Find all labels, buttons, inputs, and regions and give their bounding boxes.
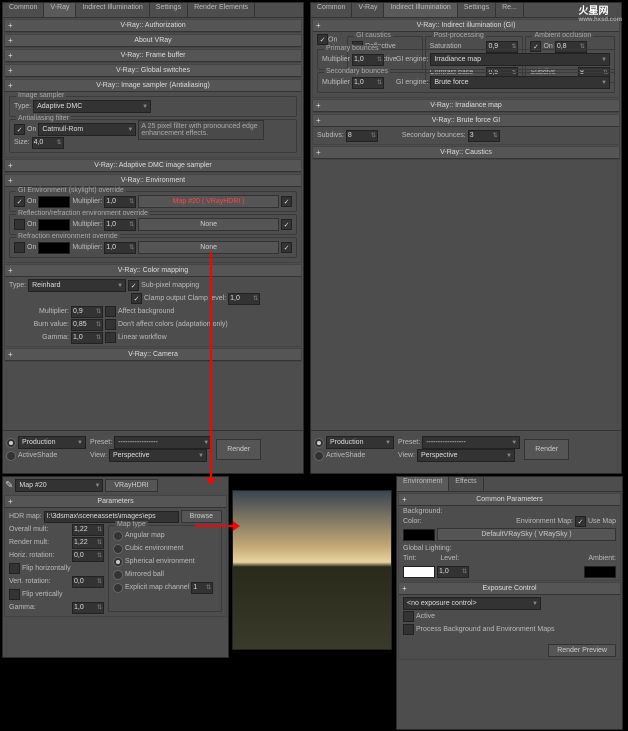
use-map[interactable] (575, 516, 586, 527)
render-button-2[interactable]: Render (524, 439, 569, 460)
prim-engine[interactable]: Irradiance map (430, 53, 610, 66)
tab-settings[interactable]: Settings (150, 3, 188, 17)
sampler-type[interactable]: Adaptive DMC (33, 100, 151, 113)
render-preview-button[interactable]: Render Preview (548, 644, 616, 657)
gi-env-color[interactable] (38, 196, 70, 208)
tint-color[interactable] (403, 566, 435, 578)
rollout-env[interactable]: V-Ray:: Environment (5, 175, 301, 187)
map-type[interactable]: VRayHDRI (105, 479, 157, 492)
dont-affect[interactable] (105, 319, 116, 330)
rollout-brute[interactable]: V-Ray:: Brute force GI (313, 115, 619, 127)
subpixel[interactable] (128, 280, 139, 291)
cm-mult[interactable]: 0,9 (71, 306, 103, 318)
tab-indirect[interactable]: Indirect Illumination (76, 3, 149, 17)
rollout-caustics[interactable]: V-Ray:: Caustics (313, 147, 619, 159)
gi-env-mult[interactable]: 1,0 (104, 196, 136, 208)
render-button[interactable]: Render (216, 439, 261, 460)
refr-env-on[interactable] (14, 242, 25, 253)
gi-on[interactable] (317, 34, 328, 45)
browse-button[interactable]: Browse (181, 510, 222, 523)
rollout-irr[interactable]: V-Ray:: Irradiance map (313, 100, 619, 112)
env-map-slot[interactable]: DefaultVRaySky ( VRaySky ) (437, 528, 616, 541)
left-tabs: Common V-Ray Indirect Illumination Setti… (3, 3, 303, 18)
gi-env-map-on[interactable] (281, 196, 292, 207)
radio-production[interactable] (6, 438, 16, 448)
tab-vray[interactable]: V-Ray (44, 3, 76, 17)
sec-engine[interactable]: Brute force (430, 76, 610, 89)
rollout-about[interactable]: About VRay (5, 35, 301, 47)
clamp[interactable] (131, 293, 142, 304)
ambient-color[interactable] (584, 566, 616, 578)
refl-env-on[interactable] (14, 219, 25, 230)
render-preview (232, 490, 392, 650)
aa-size[interactable]: 4,0 (32, 137, 64, 149)
rollout-color[interactable]: V-Ray:: Color mapping (5, 265, 301, 277)
tab-effects[interactable]: Effects (449, 477, 483, 491)
filter-tooltip: A 25 pixel filter with pronounced edge e… (138, 120, 264, 140)
bg-color[interactable] (403, 529, 435, 541)
tab-environment[interactable]: Environment (397, 477, 449, 491)
right-tabs: Common V-Ray Indirect Illumination Setti… (311, 3, 621, 18)
spherical-radio[interactable] (113, 557, 123, 567)
rollout-camera[interactable]: V-Ray:: Camera (5, 349, 301, 361)
rollout-gi[interactable]: V-Ray:: Indirect illumination (GI) (313, 20, 619, 32)
colormap-type[interactable]: Reinhard (28, 279, 126, 292)
exposure-select[interactable]: <no exposure control> (403, 597, 541, 610)
tab-common[interactable]: Common (3, 3, 44, 17)
gi-env-map[interactable]: Map #20 ( VRayHDRI ) (138, 195, 279, 208)
affect-bg[interactable] (105, 306, 116, 317)
view-select[interactable]: Perspective (109, 449, 207, 462)
aa-filter[interactable]: Catmull-Rom (38, 123, 136, 136)
rollout-global[interactable]: V-Ray:: Global switches (5, 65, 301, 77)
aa-on[interactable] (14, 124, 25, 135)
hdr-path[interactable] (44, 511, 179, 523)
refl-env-map[interactable]: None (138, 218, 279, 231)
refr-env-map[interactable]: None (138, 241, 279, 254)
rollout-dmc[interactable]: V-Ray:: Adaptive DMC image sampler (5, 160, 301, 172)
linear-wf[interactable] (105, 332, 116, 343)
map-slot[interactable]: Map #20 (15, 479, 103, 492)
rollout-frame[interactable]: V-Ray:: Frame buffer (5, 50, 301, 62)
cm-burn[interactable]: 0,85 (71, 319, 103, 331)
gi-env-on[interactable] (14, 196, 25, 207)
radio-activeshade[interactable] (6, 451, 16, 461)
cm-gamma[interactable]: 1,0 (71, 332, 103, 344)
rollout-sampler[interactable]: V-Ray:: Image sampler (Antialiasing) (5, 80, 301, 92)
tab-elements[interactable]: Render Elements (188, 3, 255, 17)
rollout-auth[interactable]: V-Ray:: Authorization (5, 20, 301, 32)
eyedropper-icon[interactable]: ✎ (5, 480, 13, 491)
